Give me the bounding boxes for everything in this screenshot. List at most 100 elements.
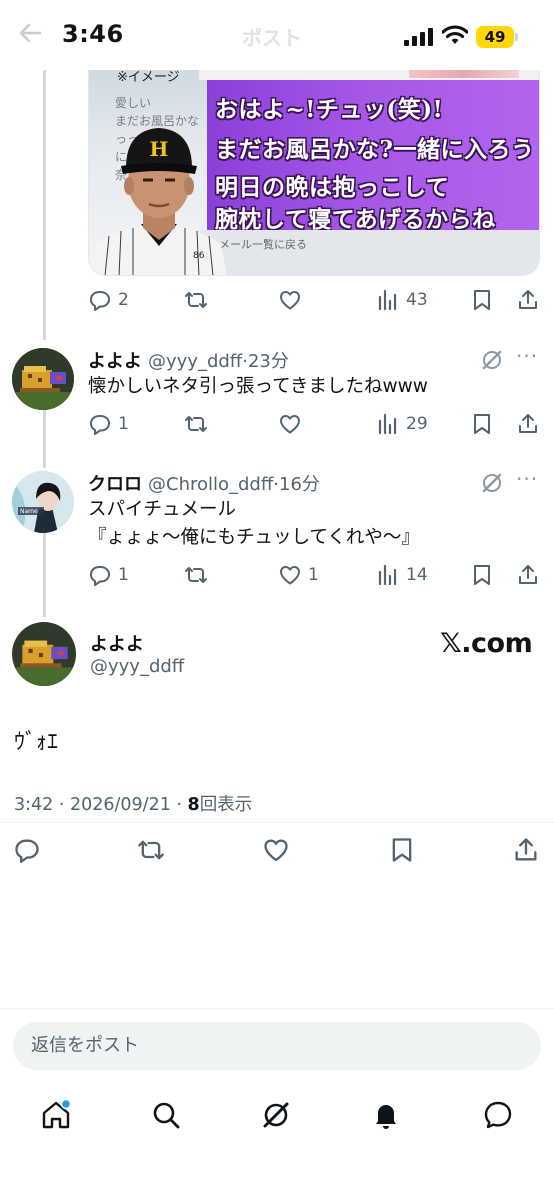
share-button[interactable] xyxy=(516,412,540,436)
views-icon xyxy=(378,564,397,586)
views-count: 29 xyxy=(406,414,428,434)
svg-text:H: H xyxy=(150,137,169,161)
repost-icon xyxy=(185,292,207,308)
battery-tip xyxy=(515,33,518,41)
bookmark-icon xyxy=(474,565,490,585)
bookmark-icon xyxy=(392,838,412,862)
grok-icon[interactable] xyxy=(480,348,504,372)
post-time: ·23分 xyxy=(242,351,289,372)
reply-button[interactable]: 1 xyxy=(88,563,129,587)
like-button[interactable] xyxy=(278,288,302,312)
thread-line xyxy=(43,66,46,340)
media-caption-line: 腕枕して寝てあげるからね xyxy=(215,206,496,233)
more-options-button[interactable]: ··· xyxy=(516,344,538,368)
divider xyxy=(0,822,554,823)
bookmark-icon xyxy=(474,290,490,310)
user-name[interactable]: よよよ xyxy=(88,347,142,373)
back-arrow-icon[interactable] xyxy=(18,22,42,44)
like-icon xyxy=(264,839,288,862)
user-handle[interactable]: @yyy_ddff xyxy=(90,656,184,677)
reply-button[interactable]: 2 xyxy=(88,288,129,312)
reply-text: 懐かしいネタ引っ張ってきましたねwww xyxy=(88,376,428,397)
views-button[interactable]: 14 xyxy=(376,563,428,587)
reply-count: 1 xyxy=(118,565,129,585)
media-bg-text: 愛しい xyxy=(115,96,152,110)
share-button[interactable] xyxy=(512,836,540,864)
reply-button[interactable]: 1 xyxy=(88,412,129,436)
repost-button[interactable] xyxy=(184,412,208,436)
user-handle[interactable]: @Chrollo_ddff xyxy=(148,474,273,495)
user-name[interactable]: よよよ xyxy=(90,630,144,656)
svg-text:Name: Name xyxy=(20,508,38,515)
reply-button[interactable] xyxy=(13,836,41,864)
repost-icon xyxy=(138,840,164,860)
reply-header: クロロ @Chrollo_ddff ·16分 xyxy=(88,470,320,496)
jersey-number: 86 xyxy=(193,251,205,261)
battery-indicator: 49 xyxy=(476,26,514,48)
views-icon xyxy=(378,289,397,311)
views-count: 14 xyxy=(406,565,428,585)
views-button[interactable]: 29 xyxy=(376,412,428,436)
user-name[interactable]: クロロ xyxy=(88,470,142,496)
thread-line xyxy=(43,533,46,617)
screen-title: ポスト xyxy=(242,26,302,50)
wifi-icon xyxy=(442,25,468,45)
anime-avatar: Name xyxy=(12,471,74,533)
views-button[interactable]: 43 xyxy=(376,288,428,312)
like-button[interactable]: 1 xyxy=(278,563,319,587)
avatar[interactable] xyxy=(12,348,74,410)
post-text: ｳﾞｫｴ xyxy=(14,730,59,755)
post-media-image[interactable]: ※イメージ 愛しい まだお風呂かな っって に 奈 おはよ~!チュッ(笑)! ま… xyxy=(88,50,540,276)
share-icon xyxy=(519,565,537,584)
user-handle[interactable]: @yyy_ddff xyxy=(148,351,242,372)
share-button[interactable] xyxy=(516,288,540,312)
repost-button[interactable] xyxy=(184,288,208,312)
bookmark-button[interactable] xyxy=(470,412,494,436)
bookmark-button[interactable] xyxy=(388,836,416,864)
reply-icon xyxy=(90,415,110,435)
like-icon xyxy=(280,566,300,585)
pixel-avatar xyxy=(12,622,76,686)
bookmark-button[interactable] xyxy=(470,288,494,312)
share-button[interactable] xyxy=(516,563,540,587)
media-lower-text: メール一覧に戻る xyxy=(219,238,307,251)
reply-text: 『ょょょ～俺にもチュッしてくれや～』 xyxy=(88,527,420,548)
share-icon xyxy=(519,414,537,433)
home-icon[interactable] xyxy=(40,1099,72,1131)
repost-button[interactable] xyxy=(184,563,208,587)
views-count: 43 xyxy=(406,290,428,310)
view-count: 8 xyxy=(187,795,200,815)
reply-count: 1 xyxy=(118,414,129,434)
grok-icon[interactable] xyxy=(480,471,504,495)
grok-icon[interactable] xyxy=(260,1099,292,1131)
view-label: 回表示 xyxy=(199,795,253,815)
message-icon[interactable] xyxy=(482,1099,514,1131)
avatar[interactable] xyxy=(12,622,76,686)
bookmark-button[interactable] xyxy=(470,563,494,587)
reply-count: 2 xyxy=(118,290,129,310)
search-icon[interactable] xyxy=(150,1099,182,1131)
bookmark-icon xyxy=(474,414,490,434)
post-time: ·16分 xyxy=(273,474,320,495)
share-icon xyxy=(515,838,537,861)
pixel-avatar xyxy=(12,348,74,410)
repost-icon xyxy=(185,567,207,583)
like-button[interactable] xyxy=(278,412,302,436)
reply-input[interactable]: 返信をポスト xyxy=(13,1022,541,1070)
divider xyxy=(0,1008,554,1009)
reply-text: スパイチュメール xyxy=(88,499,237,520)
views-icon xyxy=(378,413,397,435)
repost-button[interactable] xyxy=(136,836,166,864)
like-button[interactable] xyxy=(262,836,290,864)
like-count: 1 xyxy=(308,565,319,585)
post-date: 3:42 · 2026/09/21 · xyxy=(14,795,188,815)
avatar[interactable]: Name xyxy=(12,471,74,533)
bell-icon[interactable] xyxy=(370,1099,402,1131)
person-illustration: H 86 xyxy=(93,128,227,275)
like-icon xyxy=(280,415,300,434)
more-options-button[interactable]: ··· xyxy=(516,467,538,491)
cellular-signal-icon xyxy=(404,28,434,46)
media-caption-line: 明日の晩は抱っこして xyxy=(215,174,450,201)
reply-header: よよよ @yyy_ddff ·23分 xyxy=(88,347,289,373)
thread-line xyxy=(43,410,46,468)
